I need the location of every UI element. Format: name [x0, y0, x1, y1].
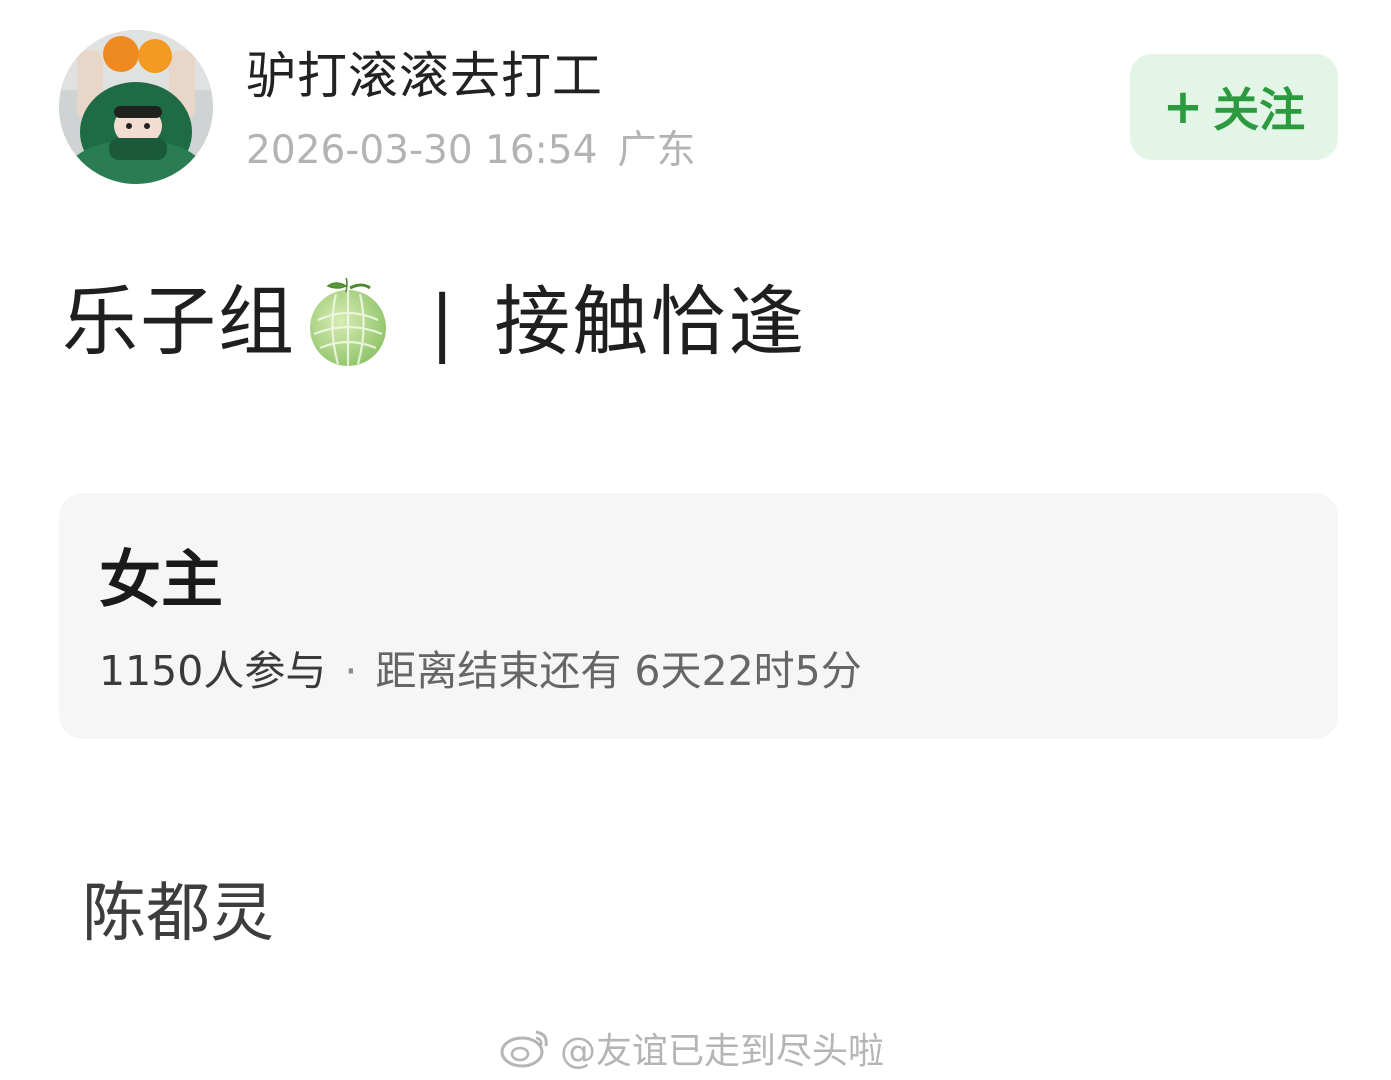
username[interactable]: 驴打滚滚去打工	[246, 44, 603, 108]
poll-option[interactable]: 陈都灵	[82, 872, 274, 956]
plus-icon: +	[1162, 79, 1204, 135]
follow-button[interactable]: + 关注	[1130, 54, 1338, 160]
participant-count: 1150人参与	[99, 647, 327, 695]
poll-stats: 1150人参与 · 距离结束还有 6天22时5分	[99, 643, 862, 699]
post-timestamp: 2026-03-30 16:54	[246, 128, 598, 173]
watermark-text: @友谊已走到尽头啦	[560, 1031, 885, 1072]
poll-card: 女主 1150人参与 · 距离结束还有 6天22时5分	[59, 493, 1338, 739]
title-left: 乐子组	[62, 277, 296, 366]
avatar[interactable]	[59, 30, 213, 184]
watermark: @友谊已走到尽头啦	[500, 1022, 884, 1074]
post-title: 乐子组 | 接触恰逢	[62, 272, 806, 372]
title-separator: |	[430, 280, 455, 364]
post-location: 广东	[617, 128, 696, 173]
follow-label: 关注	[1213, 83, 1306, 137]
poll-countdown: 距离结束还有 6天22时5分	[375, 647, 862, 695]
title-right: 接触恰逢	[494, 277, 807, 366]
stats-dot: ·	[344, 647, 358, 695]
weibo-logo-icon	[500, 1030, 548, 1068]
post-meta: 2026-03-30 16:54 广东	[246, 124, 695, 178]
avatar-image	[59, 30, 213, 184]
poll-title: 女主	[99, 543, 224, 616]
melon-emoji-icon	[310, 277, 386, 366]
